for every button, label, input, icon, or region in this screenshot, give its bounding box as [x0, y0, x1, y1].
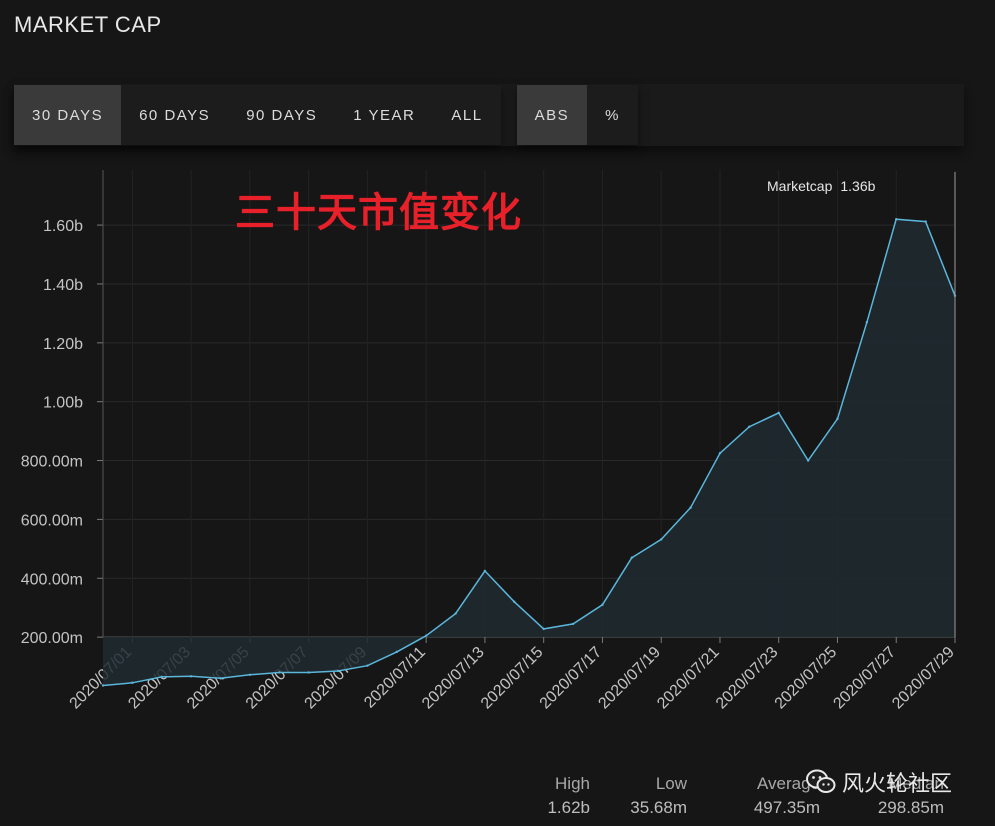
data-point — [131, 681, 134, 684]
x-tick-label: 2020/07/23 — [713, 644, 782, 713]
watermark-text: 风火轮社区 — [842, 771, 953, 796]
x-tick-label: 2020/07/29 — [889, 644, 958, 713]
stat-average-value: 497.35m — [753, 798, 820, 817]
stat-low: Low 35.68m — [620, 774, 687, 818]
data-point — [895, 218, 898, 221]
data-point — [689, 506, 692, 509]
x-tick-label: 2020/07/13 — [419, 644, 488, 713]
data-point — [630, 556, 634, 559]
x-tick-label: 2020/07/17 — [537, 644, 606, 713]
data-point — [513, 600, 516, 604]
tooltip-value: 1.36b — [840, 178, 876, 194]
data-point — [101, 684, 105, 687]
chart-annotation: 三十天市值变化 — [235, 191, 522, 235]
watermark: 风火轮社区 — [806, 766, 952, 798]
y-tick-label: 800.00m — [21, 454, 83, 471]
data-point — [336, 669, 340, 673]
data-point — [454, 612, 457, 615]
wechat-icon — [806, 769, 836, 793]
y-tick-label: 200.00m — [21, 630, 83, 647]
data-point — [366, 664, 369, 667]
data-point — [278, 671, 281, 674]
x-tick-label: 2020/07/19 — [595, 644, 664, 713]
chart-tooltip: Marketcap 1.36b — [767, 178, 875, 194]
x-tick-label: 2020/07/25 — [772, 644, 841, 713]
data-point — [248, 673, 252, 677]
data-point — [718, 451, 722, 455]
data-point — [865, 321, 869, 324]
data-point — [806, 459, 810, 462]
data-point — [924, 220, 927, 223]
stat-low-label: Low — [655, 774, 687, 793]
stat-low-value: 35.68m — [630, 798, 687, 817]
x-tick-label: 2020/07/21 — [654, 644, 723, 713]
y-tick-label: 1.40b — [43, 277, 83, 294]
stat-high: High 1.62b — [540, 774, 590, 818]
y-tick-label: 1.60b — [43, 218, 83, 235]
stat-high-label: High — [555, 774, 590, 793]
x-tick-label: 2020/07/27 — [830, 644, 899, 713]
data-point — [483, 569, 487, 573]
market-cap-chart[interactable]: 200.00m 400.00m 600.00m 800.00m 1.00b 1.20b 1.… — [0, 0, 995, 826]
data-point — [601, 603, 604, 606]
data-point — [542, 627, 545, 631]
data-point — [307, 671, 310, 674]
stat-median-value: 298.85m — [877, 798, 944, 817]
data-point — [660, 538, 663, 541]
data-point — [836, 417, 839, 420]
data-point — [160, 675, 163, 679]
x-tick-label: 2020/07/15 — [478, 644, 547, 713]
data-point — [424, 634, 428, 637]
data-point — [748, 425, 751, 428]
y-tick-label: 1.00b — [43, 395, 83, 412]
data-point — [189, 675, 193, 678]
data-point — [395, 650, 398, 654]
y-tick-label: 600.00m — [21, 512, 83, 529]
data-point — [219, 677, 222, 680]
y-tick-label: 1.20b — [43, 336, 83, 353]
tooltip-label: Marketcap — [767, 178, 833, 194]
y-tick-label: 400.00m — [21, 571, 83, 588]
stat-high-value: 1.62b — [547, 798, 590, 817]
data-point — [571, 622, 575, 626]
data-point — [777, 411, 780, 415]
